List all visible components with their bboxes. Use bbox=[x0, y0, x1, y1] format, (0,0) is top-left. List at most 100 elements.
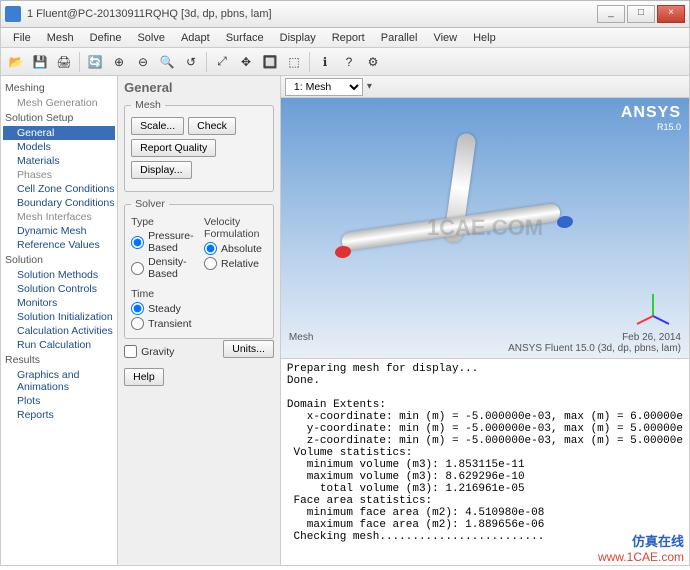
nav-item-solution-initialization[interactable]: Solution Initialization bbox=[3, 310, 115, 324]
units-button[interactable]: Units... bbox=[223, 340, 274, 358]
nav-header: Meshing bbox=[3, 80, 115, 96]
velocity-formulation-option[interactable]: Absolute bbox=[204, 242, 267, 255]
display-button[interactable]: Display... bbox=[131, 161, 191, 179]
solver-type-radio[interactable] bbox=[131, 262, 144, 275]
velocity-formulation-option[interactable]: Relative bbox=[204, 257, 267, 270]
vf-label: Velocity Formulation bbox=[204, 216, 267, 240]
nav-item-monitors[interactable]: Monitors bbox=[3, 296, 115, 310]
toolbar-button[interactable]: ℹ bbox=[314, 51, 336, 73]
report-quality-button[interactable]: Report Quality bbox=[131, 139, 216, 157]
scale-button[interactable]: Scale... bbox=[131, 117, 184, 135]
general-panel: General Mesh Scale... Check Report Quali… bbox=[118, 76, 281, 565]
velocity-formulation-label: Absolute bbox=[221, 243, 262, 255]
time-label: Steady bbox=[148, 303, 181, 315]
nav-item-calculation-activities[interactable]: Calculation Activities bbox=[3, 324, 115, 338]
graphics-viewport[interactable]: ANSYS R15.0 1CAE.COM Mesh Feb 26, 2014 A… bbox=[281, 98, 689, 358]
title-bar: 1 Fluent@PC-20130911RQHQ [3d, dp, pbns, … bbox=[0, 0, 690, 28]
nav-header: Solution bbox=[3, 252, 115, 268]
menu-mesh[interactable]: Mesh bbox=[39, 32, 82, 44]
menu-solve[interactable]: Solve bbox=[129, 32, 173, 44]
gravity-label: Gravity bbox=[141, 346, 174, 358]
nav-item-boundary-conditions[interactable]: Boundary Conditions bbox=[3, 196, 115, 210]
panel-title: General bbox=[124, 80, 274, 95]
nav-item-mesh-interfaces[interactable]: Mesh Interfaces bbox=[3, 210, 115, 224]
toolbar-button[interactable]: ⤢ bbox=[211, 51, 233, 73]
nav-item-materials[interactable]: Materials bbox=[3, 154, 115, 168]
ansys-brand: ANSYS R15.0 bbox=[621, 104, 681, 132]
nav-item-run-calculation[interactable]: Run Calculation bbox=[3, 338, 115, 352]
minimize-button[interactable]: _ bbox=[597, 5, 625, 23]
nav-item-models[interactable]: Models bbox=[3, 140, 115, 154]
gravity-checkbox[interactable] bbox=[124, 345, 137, 358]
nav-item-graphics-and-animations[interactable]: Graphics and Animations bbox=[3, 368, 115, 394]
solver-type-option[interactable]: Pressure-Based bbox=[131, 230, 194, 254]
menu-define[interactable]: Define bbox=[82, 32, 130, 44]
check-button[interactable]: Check bbox=[188, 117, 236, 135]
nav-item-dynamic-mesh[interactable]: Dynamic Mesh bbox=[3, 224, 115, 238]
nav-item-cell-zone-conditions[interactable]: Cell Zone Conditions bbox=[3, 182, 115, 196]
toolbar-button[interactable]: ✥ bbox=[235, 51, 257, 73]
time-option[interactable]: Steady bbox=[131, 302, 267, 315]
toolbar-button[interactable]: 📂 bbox=[5, 51, 27, 73]
solver-type-label: Density-Based bbox=[148, 256, 194, 280]
time-label: Transient bbox=[148, 318, 191, 330]
app-icon bbox=[5, 6, 21, 22]
close-button[interactable]: × bbox=[657, 5, 685, 23]
outlet-cap bbox=[556, 215, 574, 229]
nav-item-reports[interactable]: Reports bbox=[3, 408, 115, 422]
nav-item-general[interactable]: General bbox=[3, 126, 115, 140]
nav-item-plots[interactable]: Plots bbox=[3, 394, 115, 408]
window-title: 1 Fluent@PC-20130911RQHQ [3d, dp, pbns, … bbox=[27, 8, 597, 20]
toolbar-button[interactable]: ⚙ bbox=[362, 51, 384, 73]
navigation-tree: MeshingMesh GenerationSolution SetupGene… bbox=[1, 76, 118, 565]
toolbar-separator bbox=[79, 52, 80, 72]
help-button[interactable]: Help bbox=[124, 368, 164, 386]
menu-display[interactable]: Display bbox=[272, 32, 324, 44]
page-watermark: 仿真在线 www.1CAE.com bbox=[598, 531, 684, 564]
solver-type-option[interactable]: Density-Based bbox=[131, 256, 194, 280]
toolbar-button[interactable]: ? bbox=[338, 51, 360, 73]
toolbar-button[interactable]: ⊕ bbox=[108, 51, 130, 73]
maximize-button[interactable]: □ bbox=[627, 5, 655, 23]
mesh-group: Mesh Scale... Check Report Quality Displ… bbox=[124, 99, 274, 192]
toolbar-button[interactable]: 🔍 bbox=[156, 51, 178, 73]
toolbar-button[interactable]: ⊖ bbox=[132, 51, 154, 73]
solver-type-label: Pressure-Based bbox=[148, 230, 194, 254]
toolbar-button[interactable]: 🖨 bbox=[53, 51, 75, 73]
menu-bar: FileMeshDefineSolveAdaptSurfaceDisplayRe… bbox=[0, 28, 690, 48]
nav-header: Results bbox=[3, 352, 115, 368]
menu-report[interactable]: Report bbox=[324, 32, 373, 44]
chevron-down-icon: ▾ bbox=[367, 81, 372, 92]
menu-help[interactable]: Help bbox=[465, 32, 504, 44]
velocity-formulation-radio[interactable] bbox=[204, 257, 217, 270]
mesh-legend: Mesh bbox=[131, 99, 165, 111]
toolbar-button[interactable]: 🔲 bbox=[259, 51, 281, 73]
menu-file[interactable]: File bbox=[5, 32, 39, 44]
time-radio[interactable] bbox=[131, 317, 144, 330]
menu-view[interactable]: View bbox=[425, 32, 465, 44]
toolbar: 📂💾🖨 🔄⊕⊖🔍↺ ⤢✥🔲⬚ ℹ?⚙ bbox=[0, 48, 690, 76]
toolbar-button[interactable]: ⬚ bbox=[283, 51, 305, 73]
menu-parallel[interactable]: Parallel bbox=[373, 32, 426, 44]
nav-item-phases[interactable]: Phases bbox=[3, 168, 115, 182]
menu-adapt[interactable]: Adapt bbox=[173, 32, 218, 44]
toolbar-separator bbox=[309, 52, 310, 72]
nav-item-reference-values[interactable]: Reference Values bbox=[3, 238, 115, 252]
viewport-toolbar: 1: Mesh ▾ bbox=[281, 76, 689, 98]
nav-header: Solution Setup bbox=[3, 110, 115, 126]
menu-surface[interactable]: Surface bbox=[218, 32, 272, 44]
solver-type-radio[interactable] bbox=[131, 236, 144, 249]
time-radio[interactable] bbox=[131, 302, 144, 315]
toolbar-button[interactable]: ↺ bbox=[180, 51, 202, 73]
nav-item-solution-methods[interactable]: Solution Methods bbox=[3, 268, 115, 282]
toolbar-button[interactable]: 💾 bbox=[29, 51, 51, 73]
toolbar-button[interactable]: 🔄 bbox=[84, 51, 106, 73]
viewport-footer: Mesh Feb 26, 2014 ANSYS Fluent 15.0 (3d,… bbox=[281, 332, 689, 354]
velocity-formulation-radio[interactable] bbox=[204, 242, 217, 255]
velocity-formulation-label: Relative bbox=[221, 258, 259, 270]
solver-group: Solver Type Pressure-BasedDensity-Based … bbox=[124, 198, 274, 339]
nav-item-mesh-generation[interactable]: Mesh Generation bbox=[3, 96, 115, 110]
nav-item-solution-controls[interactable]: Solution Controls bbox=[3, 282, 115, 296]
time-option[interactable]: Transient bbox=[131, 317, 267, 330]
view-select[interactable]: 1: Mesh bbox=[285, 78, 363, 96]
